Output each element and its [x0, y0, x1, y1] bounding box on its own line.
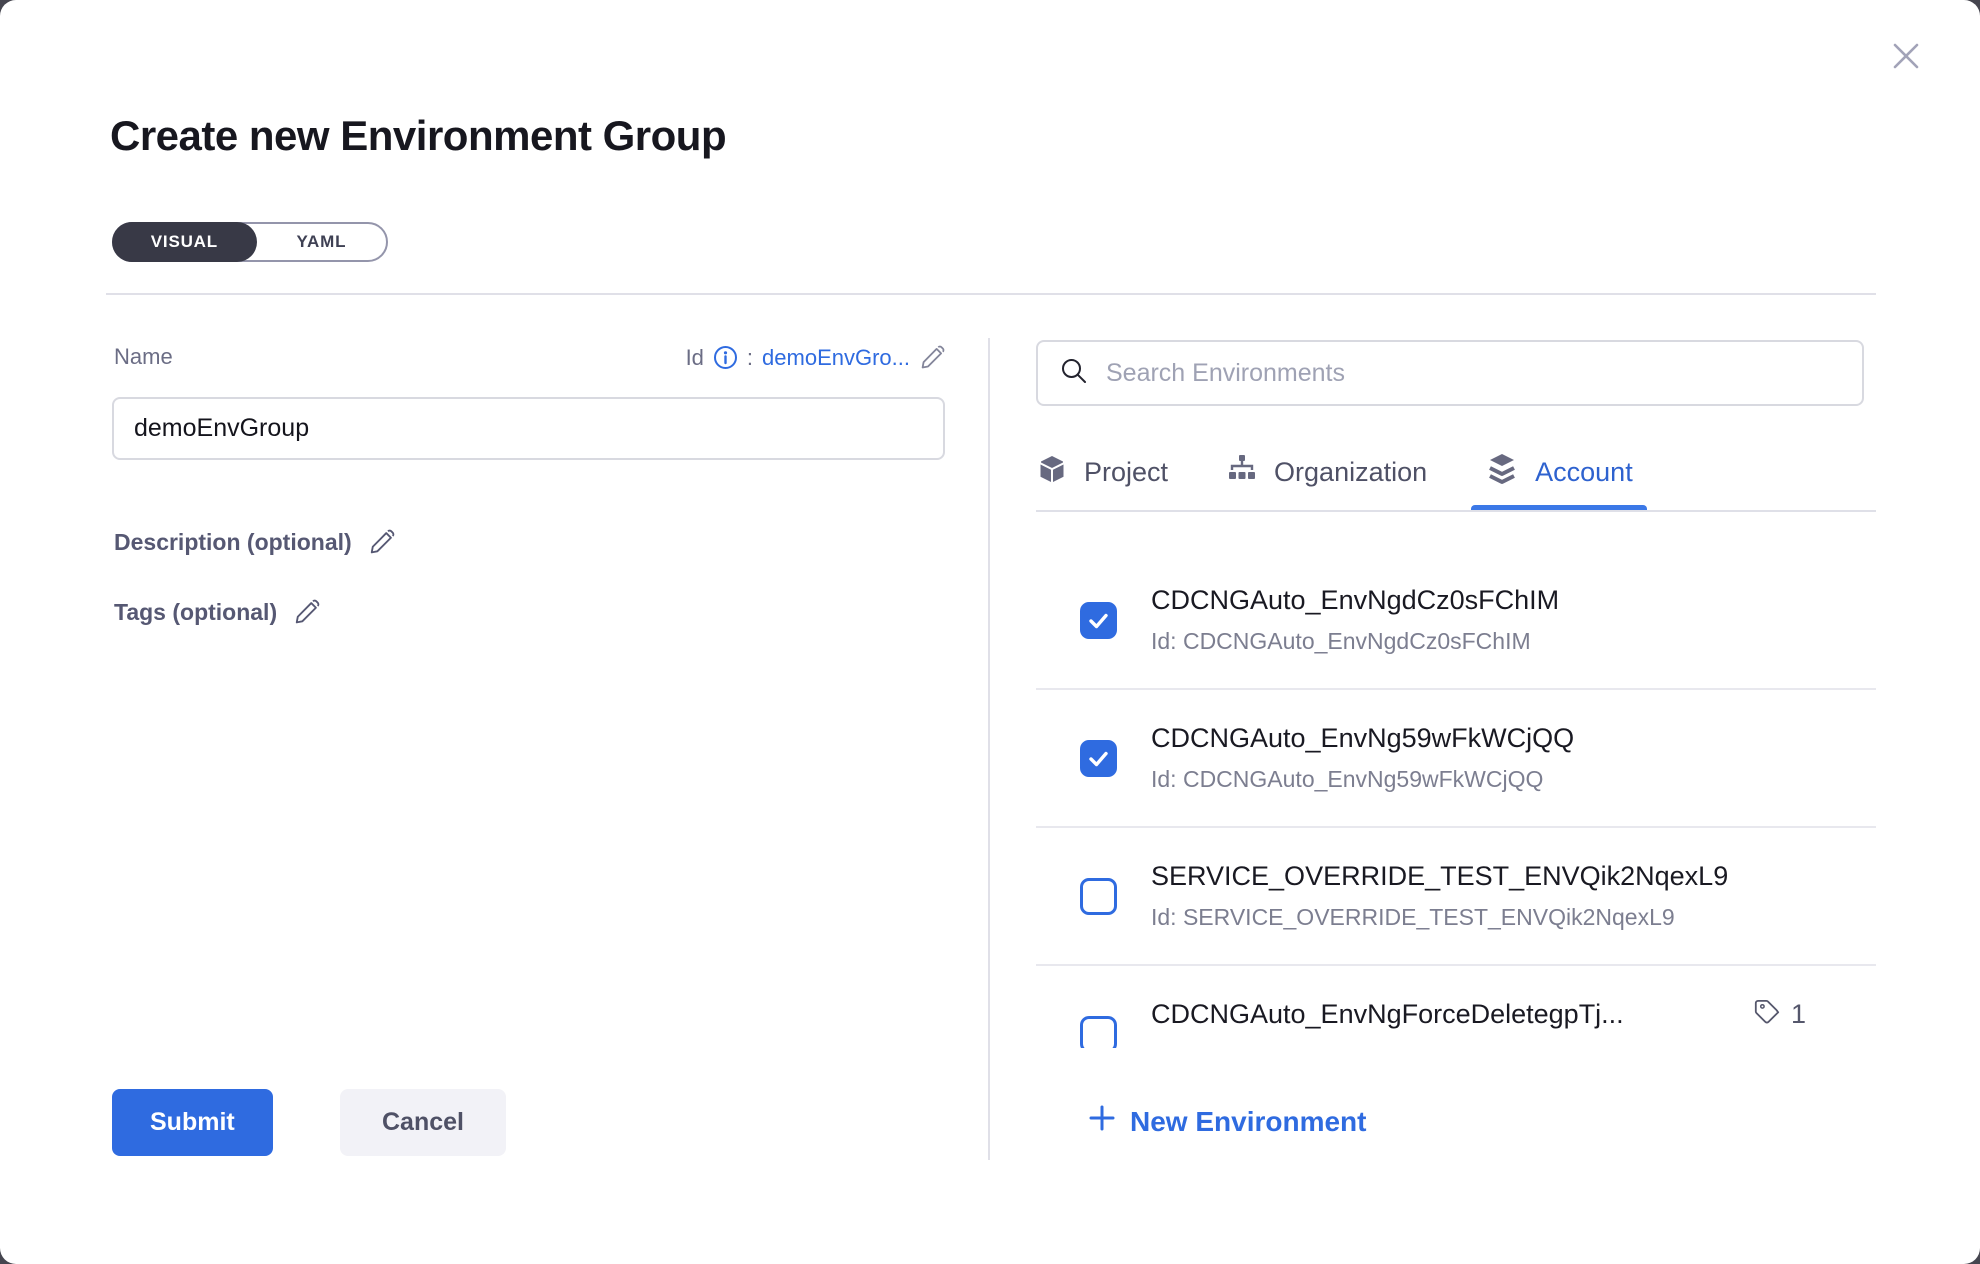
search-icon [1058, 355, 1090, 392]
environment-id: Id: CDCNGAuto_EnvNg59wFkWCjQQ [1151, 766, 1876, 793]
screen: Create new Environment Group VISUAL YAML… [0, 0, 1980, 1264]
environment-id: Id: CDCNGAuto_EnvNgForceDeletegpTjXNSYC [1151, 1046, 1876, 1048]
environment-id: Id: SERVICE_OVERRIDE_TEST_ENVQik2NqexL9 [1151, 904, 1876, 931]
name-label: Name [114, 344, 173, 370]
tags-label: Tags (optional) [114, 599, 277, 626]
layers-icon [1485, 452, 1519, 493]
environment-checkbox[interactable] [1080, 740, 1117, 777]
description-row: Description (optional) [114, 528, 396, 556]
environment-checkbox[interactable] [1080, 602, 1117, 639]
new-environment-button[interactable]: New Environment [1088, 1104, 1366, 1139]
scope-tabs: Project Organization [1036, 448, 1876, 510]
page-title: Create new Environment Group [110, 112, 726, 160]
tags-row: Tags (optional) [114, 598, 321, 626]
environment-id: Id: CDCNGAuto_EnvNgdCz0sFChIM [1151, 628, 1876, 655]
id-row: Id : demoEnvGro... [560, 344, 946, 371]
id-value-link[interactable]: demoEnvGro... [762, 345, 910, 371]
submit-button[interactable]: Submit [112, 1089, 273, 1156]
tab-organization[interactable]: Organization [1226, 448, 1427, 510]
environment-row[interactable]: CDCNGAuto_EnvNgForceDeletegpTj... 1 I [1036, 966, 1876, 1048]
environment-row[interactable]: CDCNGAuto_EnvNgdCz0sFChIM Id: CDCNGAuto_… [1036, 552, 1876, 690]
name-input[interactable] [112, 397, 945, 460]
environment-name: CDCNGAuto_EnvNgForceDeletegpTj... [1151, 999, 1624, 1030]
close-button[interactable] [1884, 36, 1928, 80]
id-separator: : [747, 345, 753, 371]
tab-project-label: Project [1084, 457, 1168, 488]
check-icon [1086, 608, 1111, 633]
environment-row[interactable]: SERVICE_OVERRIDE_TEST_ENVQik2NqexL9 Id: … [1036, 828, 1876, 966]
environment-checkbox[interactable] [1080, 1016, 1117, 1049]
tab-account-label: Account [1535, 457, 1633, 488]
plus-icon [1088, 1104, 1116, 1139]
environment-list: CDCNGAuto_EnvNgdCz0sFChIM Id: CDCNGAuto_… [1036, 512, 1876, 1048]
tab-account[interactable]: Account [1485, 448, 1633, 510]
panel-divider [988, 338, 990, 1160]
environment-name: CDCNGAuto_EnvNgdCz0sFChIM [1151, 585, 1559, 616]
edit-id-pencil-icon[interactable] [919, 344, 946, 371]
tag-icon [1751, 995, 1783, 1034]
new-environment-label: New Environment [1130, 1106, 1366, 1138]
search-environments-input[interactable] [1106, 359, 1842, 388]
tab-project[interactable]: Project [1036, 448, 1168, 510]
environment-checkbox[interactable] [1080, 878, 1117, 915]
toggle-yaml[interactable]: YAML [257, 224, 386, 260]
edit-tags-pencil-icon[interactable] [293, 598, 321, 626]
tab-organization-label: Organization [1274, 457, 1427, 488]
org-chart-icon [1226, 453, 1258, 492]
cube-icon [1036, 453, 1068, 492]
edit-description-pencil-icon[interactable] [368, 528, 396, 556]
create-environment-group-modal: Create new Environment Group VISUAL YAML… [0, 0, 1980, 1264]
search-environments-box [1036, 340, 1864, 406]
tag-count: 1 [1791, 999, 1806, 1030]
check-icon [1086, 746, 1111, 771]
environment-name: SERVICE_OVERRIDE_TEST_ENVQik2NqexL9 [1151, 861, 1728, 892]
header-divider [106, 293, 1876, 295]
info-icon[interactable] [713, 345, 738, 370]
close-icon [1886, 36, 1926, 81]
id-label: Id [686, 345, 704, 371]
cancel-button[interactable]: Cancel [340, 1089, 506, 1156]
description-label: Description (optional) [114, 529, 352, 556]
visual-yaml-toggle: VISUAL YAML [112, 222, 388, 262]
environment-row[interactable]: CDCNGAuto_EnvNg59wFkWCjQQ Id: CDCNGAuto_… [1036, 690, 1876, 828]
tag-count-badge: 1 [1751, 995, 1806, 1034]
toggle-visual[interactable]: VISUAL [112, 222, 257, 262]
environment-name: CDCNGAuto_EnvNg59wFkWCjQQ [1151, 723, 1574, 754]
